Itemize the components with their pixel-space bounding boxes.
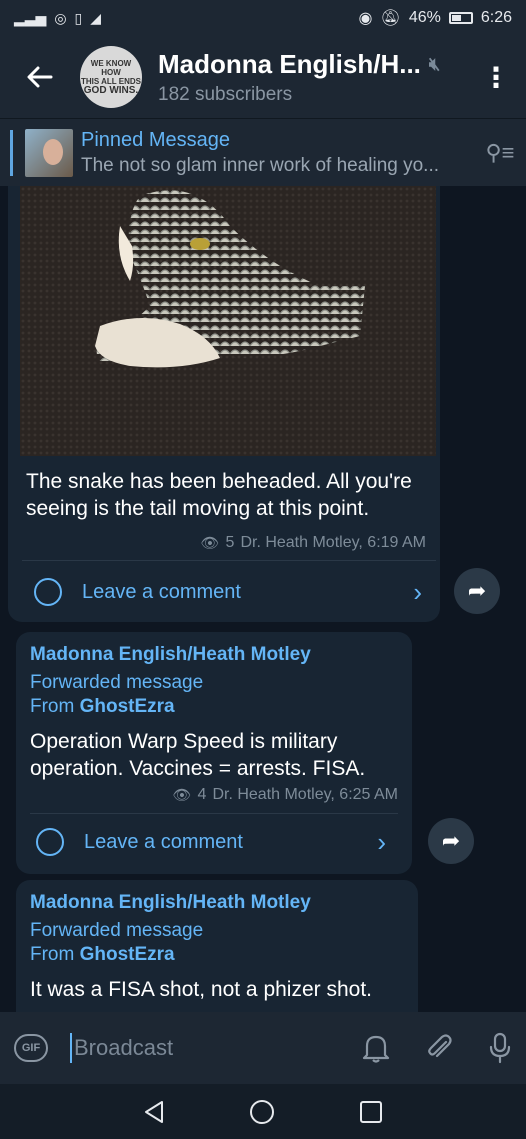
- pin-list-icon: ⚲≡: [485, 139, 515, 165]
- muted-icon: 🔇︎: [428, 53, 441, 74]
- message-body: The snake has been beheaded. All you're …: [26, 468, 430, 522]
- leave-comment-button[interactable]: Leave a comment ›: [34, 576, 422, 608]
- system-nav-bar: [0, 1084, 526, 1139]
- location-icon: ◢: [90, 9, 102, 26]
- mute-bell-icon: 🔕︎: [380, 10, 401, 27]
- wifi-icon: ◎: [54, 9, 67, 26]
- message-feed[interactable]: The snake has been beheaded. All you're …: [0, 186, 526, 1012]
- chevron-right-icon: ›: [413, 576, 422, 607]
- message-text: The snake has been beheaded. All you're …: [26, 470, 412, 520]
- channel-info[interactable]: Madonna English/H... 🔇︎ 182 subscribers: [158, 49, 466, 106]
- forwarded-from[interactable]: From GhostEzra: [30, 944, 404, 966]
- sender-name[interactable]: Madonna English/Heath Motley: [30, 892, 404, 914]
- share-arrow-icon: ➦: [441, 828, 461, 853]
- message-text: Operation Warp Speed is military operati…: [30, 730, 366, 780]
- text-caret: [70, 1033, 72, 1063]
- arrow-left-icon: [27, 66, 53, 88]
- battery-percent: 46%: [408, 9, 441, 26]
- snake-skin-image: [20, 186, 436, 456]
- pinned-preview: The not so glam inner work of healing yo…: [81, 154, 440, 176]
- bell-icon[interactable]: [362, 1033, 390, 1063]
- pinned-list-button[interactable]: ⚲≡: [474, 140, 526, 166]
- eye-comfort-icon: ◉: [358, 10, 373, 27]
- microphone-icon[interactable]: [488, 1032, 512, 1064]
- status-left: ▂▃▅ ◎ ▯ ◢: [14, 10, 101, 27]
- comment-label: Leave a comment: [84, 830, 243, 853]
- composer-actions: [362, 1032, 512, 1064]
- message-bubble[interactable]: The snake has been beheaded. All you're …: [8, 186, 440, 622]
- kebab-menu-icon: ⋮: [482, 61, 510, 93]
- battery-icon: [448, 12, 473, 24]
- comment-bubble-icon: [34, 578, 62, 606]
- channel-avatar[interactable]: WE KNOW HOW THIS ALL ENDS GOD WINS.: [80, 46, 142, 108]
- message-bubble[interactable]: Madonna English/Heath Motley Forwarded m…: [16, 880, 418, 1012]
- nav-back-icon[interactable]: [143, 1100, 165, 1124]
- comment-divider: [22, 560, 436, 561]
- author-time: Dr. Heath Motley, 6:19 AM: [240, 534, 426, 551]
- clock: 6:26: [480, 9, 512, 26]
- share-button[interactable]: ➦: [454, 568, 500, 614]
- comment-label: Leave a comment: [82, 580, 241, 603]
- from-prefix: From: [30, 696, 75, 717]
- status-bar: ▂▃▅ ◎ ▯ ◢ ◉ 🔕︎ 46% 6:26: [0, 0, 526, 36]
- share-arrow-icon: ➦: [467, 578, 487, 603]
- from-name: GhostEzra: [79, 696, 175, 717]
- view-count: 5: [225, 534, 235, 551]
- avatar-line-3: GOD WINS.: [83, 85, 139, 96]
- broadcast-input[interactable]: Broadcast: [74, 1035, 173, 1061]
- sender-name[interactable]: Madonna English/Heath Motley: [30, 644, 398, 666]
- back-button[interactable]: [0, 66, 80, 88]
- message-bubble[interactable]: Madonna English/Heath Motley Forwarded m…: [16, 632, 412, 874]
- view-count: 4: [197, 786, 207, 803]
- forwarded-from[interactable]: From GhostEzra: [30, 696, 398, 718]
- status-right: ◉ 🔕︎ 46% 6:26: [359, 8, 512, 28]
- channel-title: Madonna English/H...: [158, 48, 421, 79]
- message-text: It was a FISA shot, not a phizer shot.: [30, 978, 373, 1001]
- channel-title-row: Madonna English/H... 🔇︎: [158, 49, 466, 80]
- attach-icon[interactable]: [424, 1033, 454, 1063]
- leave-comment-button[interactable]: Leave a comment ›: [30, 814, 398, 858]
- avatar-line-1: WE KNOW HOW: [90, 59, 132, 77]
- snake-photo[interactable]: [20, 186, 436, 456]
- share-button[interactable]: ➦: [428, 818, 474, 864]
- forwarded-label: Forwarded message: [30, 920, 204, 941]
- from-name: GhostEzra: [79, 944, 175, 965]
- pinned-message-bar[interactable]: Pinned Message The not so glam inner wor…: [0, 118, 526, 186]
- pinned-label: Pinned Message: [81, 128, 230, 151]
- pinned-indicator: [10, 129, 13, 176]
- pinned-thumbnail: [25, 128, 73, 177]
- comment-bubble-icon: [36, 828, 64, 856]
- sim-icon: ▯: [74, 9, 83, 26]
- message-meta: 👁︎ 4 Dr. Heath Motley, 6:25 AM: [30, 786, 398, 805]
- more-options-button[interactable]: ⋮: [466, 61, 526, 94]
- forwarded-label: Forwarded message: [30, 672, 204, 693]
- channel-header: WE KNOW HOW THIS ALL ENDS GOD WINS. Mado…: [0, 36, 526, 118]
- message-meta: 👁︎ 5 Dr. Heath Motley, 6:19 AM: [200, 534, 426, 552]
- from-prefix: From: [30, 944, 75, 965]
- nav-home-icon[interactable]: [249, 1099, 275, 1125]
- broadcast-composer: GIF Broadcast: [0, 1012, 526, 1084]
- chevron-right-icon: ›: [377, 826, 386, 857]
- subscriber-count: 182 subscribers: [158, 83, 293, 105]
- views-icon: 👁︎: [172, 787, 192, 804]
- pinned-text: Pinned Message The not so glam inner wor…: [81, 129, 474, 177]
- gif-button[interactable]: GIF: [14, 1034, 48, 1062]
- nav-recents-icon[interactable]: [359, 1100, 383, 1124]
- views-icon: 👁︎: [200, 535, 220, 552]
- signal-icon: ▂▃▅: [14, 9, 47, 26]
- author-time: Dr. Heath Motley, 6:25 AM: [212, 786, 398, 803]
